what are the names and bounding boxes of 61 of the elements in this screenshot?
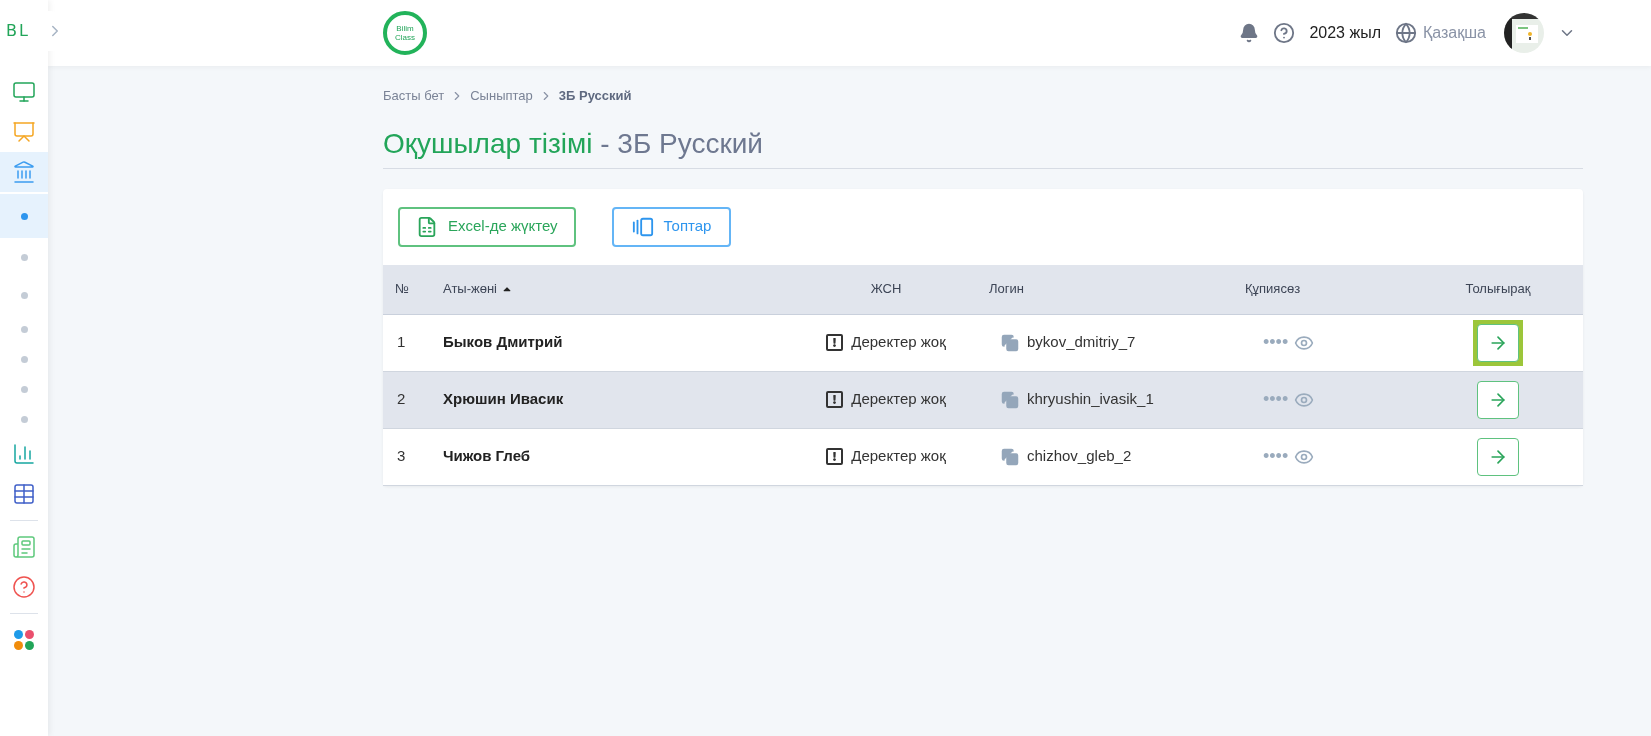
details-button[interactable] xyxy=(1477,380,1519,419)
breadcrumb-item[interactable]: Басты бет xyxy=(383,86,445,106)
column-header[interactable]: Аты-жөні xyxy=(443,279,513,299)
building-icon xyxy=(12,160,36,184)
table-row[interactable]: 2 Хрюшин Ивасик Деректер жоқ khryushin_ivasik_1 •••• xyxy=(383,371,1583,429)
bullet-icon xyxy=(20,325,28,333)
student-name: Быков Дмитрий xyxy=(443,332,563,353)
column-header: Құпиясөз xyxy=(1245,280,1301,299)
iin-value: Деректер жоқ xyxy=(851,389,946,410)
student-name: Хрюшин Ивасик xyxy=(443,389,564,410)
details-button[interactable] xyxy=(1477,437,1519,476)
row-number: 2 xyxy=(397,389,406,410)
page-title: Оқушылар тізімі - 3Б Русский xyxy=(383,126,764,161)
bullet-icon xyxy=(20,385,28,393)
table-icon xyxy=(12,482,36,506)
bullet-icon xyxy=(20,212,28,220)
newspaper-icon xyxy=(12,535,36,559)
masked-password: •••• xyxy=(1263,445,1289,468)
notification-bell-icon[interactable] xyxy=(1239,23,1260,43)
bar-chart-icon xyxy=(12,442,36,466)
brand-logo: Bilim Class xyxy=(383,11,427,55)
details-button[interactable] xyxy=(1477,323,1519,362)
iin-value: Деректер жоқ xyxy=(851,332,946,353)
copy-icon[interactable] xyxy=(1001,333,1019,352)
column-header: Толығырақ xyxy=(1465,280,1531,299)
copy-icon[interactable] xyxy=(1001,390,1019,409)
bullet-icon xyxy=(20,355,28,363)
login-value: khryushin_ivasik_1 xyxy=(1027,389,1154,410)
copy-icon[interactable] xyxy=(1001,447,1019,466)
student-name: Чижов Глеб xyxy=(443,446,531,467)
brand-logo: BL xyxy=(5,20,30,42)
sidebar-item[interactable] xyxy=(0,152,48,192)
column-header: Логин xyxy=(989,280,1024,299)
xls-file-icon xyxy=(416,214,438,239)
submenu-item[interactable] xyxy=(0,194,48,238)
stacked-windows-icon xyxy=(631,215,654,238)
teacher-board-icon xyxy=(12,120,36,144)
login-value: bykov_dmitriy_7 xyxy=(1027,332,1136,353)
column-header: № xyxy=(395,280,409,299)
bullet-icon xyxy=(20,291,28,299)
masked-password: •••• xyxy=(1263,331,1289,354)
monitor-icon xyxy=(12,80,36,104)
breadcrumb-item: 3Б Русский xyxy=(558,87,632,105)
help-icon[interactable] xyxy=(1273,22,1296,44)
table-row[interactable]: 1 Быков Дмитрий Деректер жоқ bykov_dmitriy_7 •••• xyxy=(383,314,1583,372)
bullet-icon xyxy=(20,415,28,423)
column-header: ЖСН xyxy=(870,280,902,299)
login-value: chizhov_gleb_2 xyxy=(1027,446,1132,467)
table-row[interactable]: 3 Чижов Глеб Деректер жоқ chizhov_gleb_2 •••• xyxy=(383,428,1583,486)
breadcrumb-item[interactable]: Сыныптар xyxy=(470,86,533,106)
row-number: 1 xyxy=(397,332,406,353)
row-number: 3 xyxy=(397,446,406,467)
help-icon xyxy=(12,575,36,599)
warning-icon xyxy=(826,448,844,465)
year-selector[interactable]: 2023 жыл xyxy=(1309,21,1381,45)
masked-password: •••• xyxy=(1263,388,1289,411)
iin-value: Деректер жоқ xyxy=(851,446,946,467)
warning-icon xyxy=(826,334,844,351)
warning-icon xyxy=(826,391,844,408)
globe-icon[interactable] xyxy=(1395,22,1417,44)
bullet-icon xyxy=(20,253,28,261)
